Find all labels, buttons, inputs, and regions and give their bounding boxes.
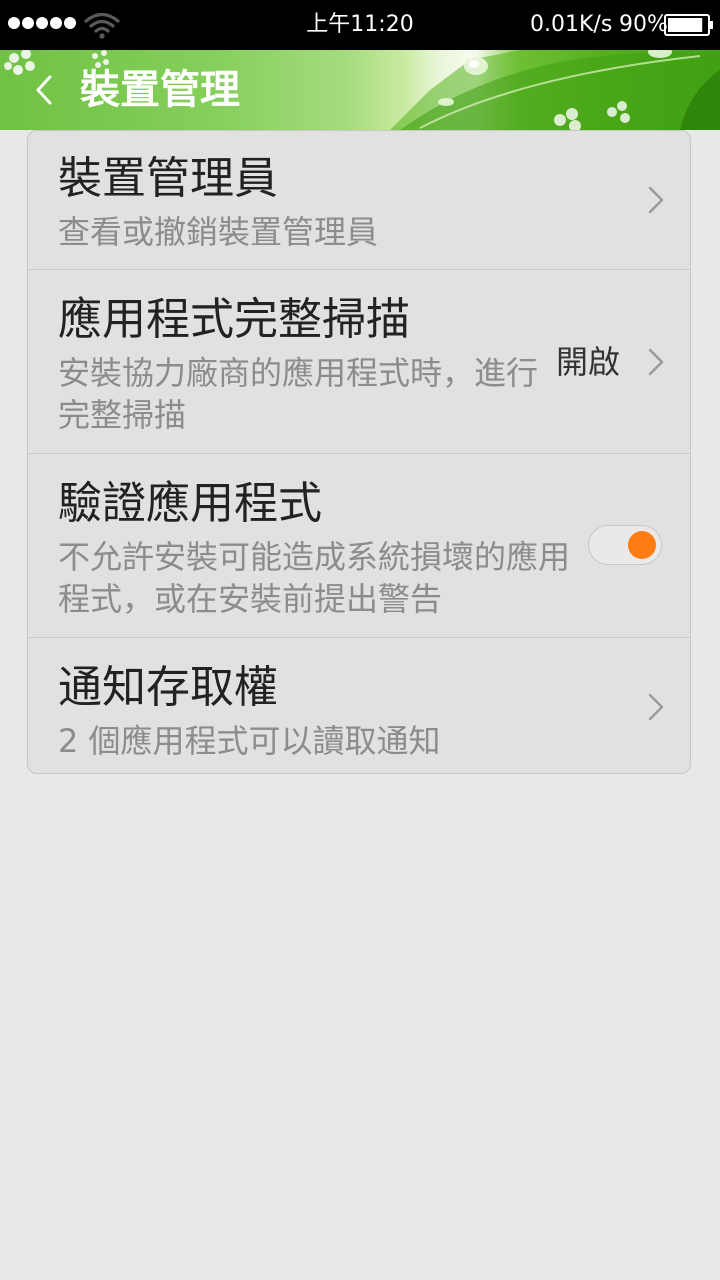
battery-percent: 90% xyxy=(619,12,668,37)
chevron-right-icon xyxy=(648,693,664,721)
setting-title: 驗證應用程式 xyxy=(58,478,322,529)
setting-verify-apps: 驗證應用程式 不允許安裝可能造成系統損壞的應用程式，或在安裝前提出警告 xyxy=(28,453,690,637)
verify-apps-toggle[interactable] xyxy=(588,525,662,565)
battery-icon xyxy=(664,14,713,36)
chevron-right-icon xyxy=(648,348,664,376)
status-bar: 上午11:20 0.01K/s 90% xyxy=(0,0,720,50)
network-speed: 0.01K/s xyxy=(530,12,613,37)
setting-title: 裝置管理員 xyxy=(58,153,278,204)
setting-subtitle: 查看或撤銷裝置管理員 xyxy=(58,213,379,251)
settings-list: 裝置管理員 查看或撤銷裝置管理員 應用程式完整掃描 安裝協力廠商的應用程式時，進… xyxy=(27,130,691,774)
setting-value: 開啟 xyxy=(555,343,620,381)
setting-title: 通知存取權 xyxy=(58,662,278,713)
setting-subtitle: 2 個應用程式可以讀取通知 xyxy=(58,722,441,760)
chevron-left-icon xyxy=(36,75,52,105)
back-button[interactable] xyxy=(24,66,64,114)
setting-subtitle: 不允許安裝可能造成系統損壞的應用程式，或在安裝前提出警告 xyxy=(58,538,571,618)
header-bar: 裝置管理 xyxy=(0,50,720,130)
setting-title: 應用程式完整掃描 xyxy=(58,294,410,345)
chevron-right-icon xyxy=(648,186,664,214)
setting-notification-access[interactable]: 通知存取權 2 個應用程式可以讀取通知 xyxy=(28,637,690,773)
setting-full-app-scan[interactable]: 應用程式完整掃描 安裝協力廠商的應用程式時，進行完整掃描 開啟 xyxy=(28,269,690,453)
page-title: 裝置管理 xyxy=(80,67,240,113)
setting-subtitle: 安裝協力廠商的應用程式時，進行完整掃描 xyxy=(58,354,539,434)
setting-device-admins[interactable]: 裝置管理員 查看或撤銷裝置管理員 xyxy=(28,131,690,269)
toggle-knob xyxy=(628,531,656,559)
